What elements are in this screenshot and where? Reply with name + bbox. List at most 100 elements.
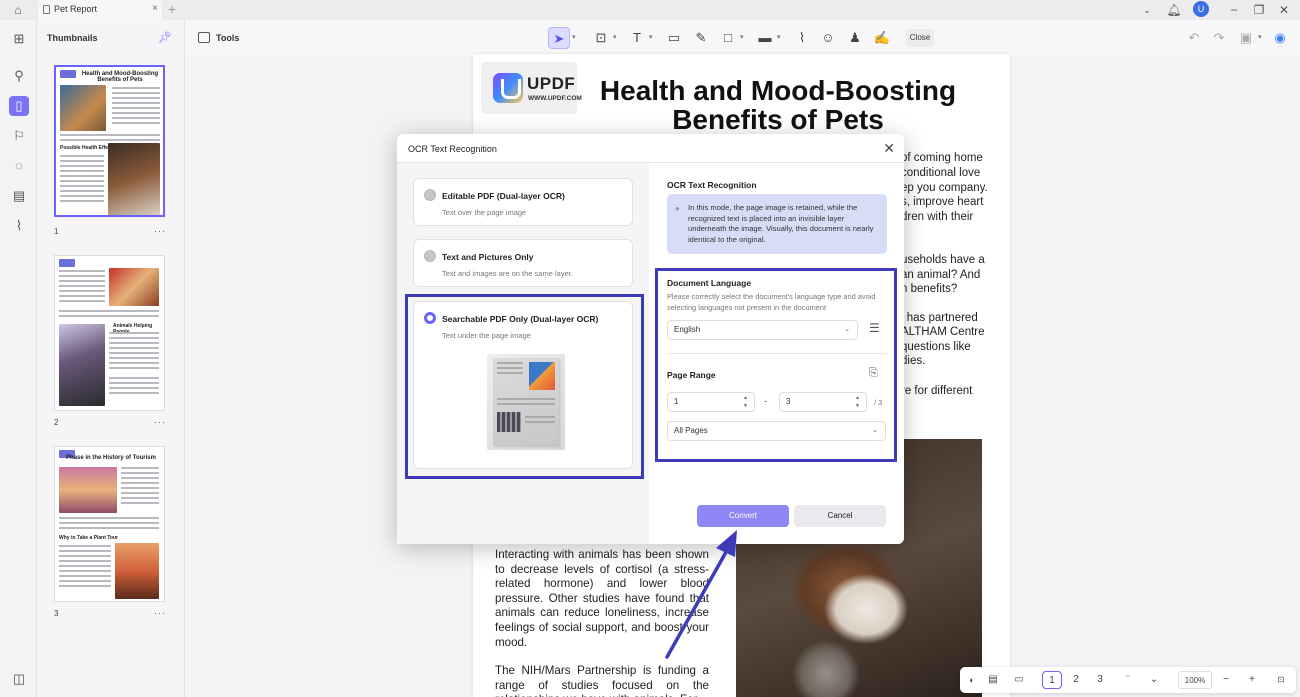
text-fragment: questions like — [901, 341, 971, 353]
comment-panel-icon[interactable]: ▭ — [1010, 671, 1028, 689]
text-fragment: dies. — [901, 355, 926, 367]
info-icon: ● — [675, 204, 680, 213]
chevron-down-icon[interactable]: ▾ — [649, 33, 653, 41]
chevron-down-icon[interactable]: ▾ — [1258, 33, 1262, 41]
cancel-button[interactable]: Cancel — [794, 505, 886, 527]
thumbnail-subheading: Possible Health Effects — [60, 145, 116, 151]
thumbnail-page-1[interactable]: Health and Mood-Boosting Benefits of Pet… — [54, 65, 165, 217]
page-button-3[interactable]: 3 — [1090, 671, 1110, 689]
attachment-icon[interactable]: ⌇ — [9, 216, 29, 236]
layers-icon[interactable]: ◫ — [9, 669, 29, 689]
chevron-down-icon[interactable]: ⌄ — [1146, 671, 1162, 689]
updf-logo-icon — [493, 73, 523, 103]
signature-icon[interactable]: ✍ — [871, 27, 893, 49]
thumbnails-title: Thumbnails — [47, 33, 98, 43]
toolbar: Tools ➤ ▾ ⊡ ▾ T ▾ ▭ ✎ □ ▾ ▬ ▾ ⌇ ☺ ♟ ✍ Cl… — [185, 20, 1300, 56]
info-text: In this mode, the page image is retained… — [688, 203, 874, 244]
highlight-box — [405, 294, 644, 479]
more-options-icon[interactable]: ··· — [154, 226, 166, 236]
thumbnail-title: Phase in the History of Tourism — [66, 455, 156, 461]
close-window-icon[interactable]: ✕ — [1276, 2, 1292, 18]
info-box: ● In this mode, the page image is retain… — [667, 194, 887, 254]
thumbnail-title: Health and Mood-Boosting Benefits of Pet… — [81, 71, 159, 83]
convert-button[interactable]: Convert — [697, 505, 789, 527]
chevron-down-icon[interactable]: ▾ — [740, 33, 744, 41]
search-icon[interactable]: ⚲ — [9, 66, 29, 86]
add-tab-icon[interactable]: + — [168, 0, 176, 18]
comment-icon[interactable]: ▭ — [663, 27, 685, 49]
text-fragment: ALTHAM Centre — [901, 326, 985, 338]
avatar[interactable]: U — [1193, 1, 1209, 17]
undo-icon[interactable]: ↶ — [1183, 27, 1205, 49]
restore-icon[interactable]: ❐ — [1251, 2, 1267, 18]
chevron-down-icon[interactable]: ▾ — [613, 33, 617, 41]
tools-button[interactable]: Tools — [191, 27, 239, 49]
text-fragment: of coming home — [901, 152, 983, 164]
chevron-down-icon[interactable]: ▾ — [777, 33, 781, 41]
minimize-icon[interactable]: − — [1226, 2, 1242, 18]
stamp-icon[interactable]: ♟ — [844, 27, 866, 49]
shape-rectangle-icon[interactable]: □ — [717, 27, 739, 49]
close-button[interactable]: Close — [906, 29, 934, 47]
body-text: Interacting with animals has been shown … — [495, 548, 709, 697]
text-box-icon[interactable]: ⊡ — [590, 27, 612, 49]
chevron-down-icon[interactable]: ⌄ — [1139, 2, 1155, 18]
close-icon[interactable]: ✕ — [883, 140, 895, 157]
thumbnail-page-3[interactable]: Phase in the History of Tourism Why to T… — [54, 446, 165, 602]
tab-title: Pet Report — [54, 4, 98, 14]
document-tab[interactable]: Pet Report × — [38, 0, 162, 20]
document-icon — [43, 5, 50, 14]
zoom-out-icon[interactable]: − — [1218, 671, 1234, 689]
page-button-1[interactable]: 1 — [1042, 671, 1062, 689]
tools-label: Tools — [216, 33, 240, 43]
radio-button[interactable] — [424, 189, 436, 201]
radio-button[interactable] — [424, 250, 436, 262]
text-fragment: re for different — [901, 385, 973, 397]
ai-assistant-icon[interactable]: ◉ — [1269, 27, 1291, 49]
text-fragment: conditional love — [901, 167, 981, 179]
thumbnail-number: 2 — [54, 418, 59, 427]
chevron-down-icon[interactable]: ▾ — [572, 33, 576, 41]
option-subtitle: Text and images are on the same layer. — [442, 269, 573, 278]
thumbnail-number: 3 — [54, 609, 59, 618]
option-title: Text and Pictures Only — [442, 252, 534, 262]
collapse-icon[interactable]: ◐ — [964, 671, 980, 689]
pages-icon[interactable]: ▤ — [9, 186, 29, 206]
option-title: Editable PDF (Dual-layer OCR) — [442, 191, 565, 201]
apps-grid-icon[interactable]: ⊞ — [9, 29, 29, 49]
left-rail: ⊞ ⚲ ▯ ⚐ ◌ ▤ ⌇ ◫ — [0, 20, 37, 697]
updf-logo: UPDF WWW.UPDF.COM — [481, 62, 582, 114]
sticker-icon[interactable]: ☺ — [817, 27, 839, 49]
redo-icon[interactable]: ↷ — [1208, 27, 1230, 49]
chevron-up-icon[interactable]: ⌃ — [1120, 671, 1136, 689]
page-button-2[interactable]: 2 — [1066, 671, 1086, 689]
text-fragment: dren with their — [901, 211, 974, 223]
attachment-icon[interactable]: ⌇ — [791, 27, 813, 49]
text-icon[interactable]: T — [626, 27, 648, 49]
dialog-title: OCR Text Recognition — [408, 144, 497, 154]
text-fragment: an animal? And — [901, 269, 981, 281]
more-options-icon[interactable]: ··· — [154, 417, 166, 427]
select-cursor-icon[interactable]: ➤ — [548, 27, 570, 49]
option-text-and-pictures[interactable]: Text and Pictures Only Text and images a… — [413, 239, 633, 287]
save-icon[interactable]: ▣ — [1235, 27, 1257, 49]
bookmark-icon[interactable]: ⚐ — [9, 126, 29, 146]
stamp-box-icon[interactable]: ▬ — [754, 27, 776, 49]
fit-page-icon[interactable]: ⊡ — [1272, 671, 1290, 689]
home-icon[interactable]: ⌂ — [10, 2, 26, 18]
page-view-icon[interactable]: ▤ — [984, 671, 1002, 689]
bell-icon[interactable]: 🔔︎ — [1166, 2, 1182, 18]
more-options-icon[interactable]: ··· — [154, 608, 166, 618]
thumbnail-page-2[interactable]: Animals Helping People — [54, 255, 165, 411]
pin-icon[interactable]: 📌︎ — [158, 31, 172, 44]
thumbnail-subheading: Why to Take a Plant Tour — [59, 535, 118, 541]
page-navigation-bar: ◐ ▤ ▭ 1 2 3 ⌃ ⌄ 100% − + ⊡ — [960, 667, 1296, 693]
option-editable-pdf[interactable]: Editable PDF (Dual-layer OCR) Text over … — [413, 178, 633, 226]
zoom-in-icon[interactable]: + — [1244, 671, 1260, 689]
comment-icon[interactable]: ◌ — [9, 156, 29, 176]
close-tab-icon[interactable]: × — [152, 0, 158, 18]
text-fragment: l has partnered — [901, 312, 978, 324]
zoom-level[interactable]: 100% — [1178, 671, 1212, 689]
thumbnails-page-icon[interactable]: ▯ — [9, 96, 29, 116]
highlighter-icon[interactable]: ✎ — [690, 27, 712, 49]
